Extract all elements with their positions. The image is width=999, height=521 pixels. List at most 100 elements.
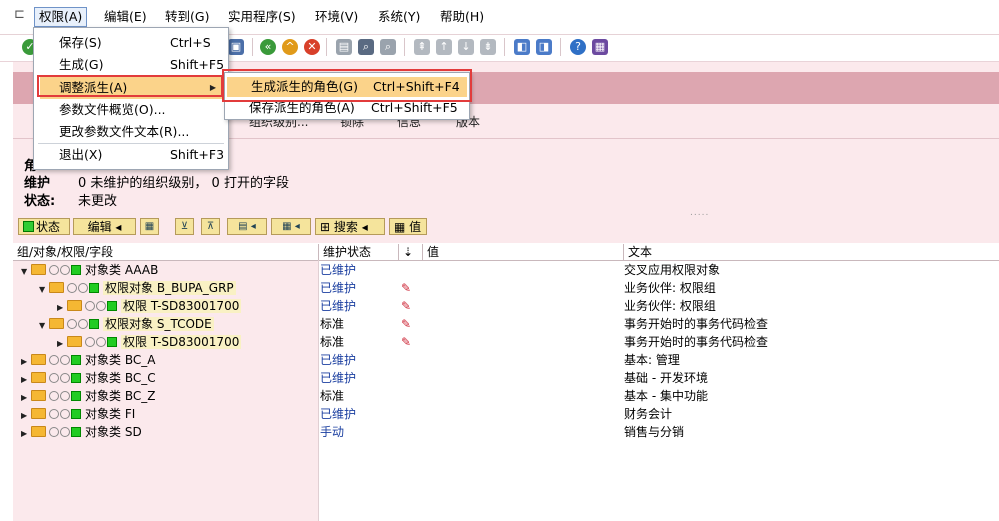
node-label: 对象类 FI bbox=[85, 407, 136, 421]
row-text: 基本: 管理 bbox=[624, 353, 680, 367]
menu-item-profile-overview[interactable]: 参数文件概览(O)... bbox=[34, 99, 228, 121]
maintain-label: 维护 bbox=[24, 176, 51, 191]
folder-icon bbox=[31, 372, 46, 383]
status-lights-icon bbox=[49, 406, 81, 424]
menu-edit[interactable]: 编辑(E) bbox=[100, 8, 151, 26]
layout-menu-icon[interactable]: ▦ bbox=[592, 39, 608, 55]
edit-pencil-icon[interactable]: ✎ bbox=[401, 297, 411, 315]
status-square-icon bbox=[23, 221, 34, 232]
help-icon[interactable]: ? bbox=[570, 39, 586, 55]
find-next-icon[interactable]: ⌕ bbox=[380, 39, 396, 55]
status-lights-icon bbox=[49, 388, 81, 406]
expand-all-icon[interactable]: ⊻ bbox=[175, 218, 194, 235]
menu-item-exit[interactable]: 退出(X) Shift+F3 bbox=[34, 144, 228, 166]
table-row[interactable]: ▶ 对象类 BC_A 已维护 基本: 管理 bbox=[13, 351, 999, 369]
next-page-icon[interactable]: ↓ bbox=[458, 39, 474, 55]
previous-page-icon[interactable]: ↑ bbox=[436, 39, 452, 55]
back-icon[interactable]: « bbox=[260, 39, 276, 55]
find-icon[interactable]: ⌕ bbox=[358, 39, 374, 55]
header-status[interactable]: 维护状态 bbox=[318, 244, 398, 260]
maintain-info: 维护 0 未维护的组织级别， 0 打开的字段 bbox=[24, 172, 289, 191]
tree-node[interactable]: ▶ 对象类 BC_A bbox=[13, 351, 318, 369]
app-menu-icon[interactable]: ⊏ bbox=[14, 8, 28, 22]
table-row[interactable]: ▶ 对象类 BC_Z 标准 基本 - 集中功能 bbox=[13, 387, 999, 405]
search-button[interactable]: ⊞ 搜索 ◂ bbox=[315, 218, 385, 235]
print-icon[interactable]: ▤ bbox=[336, 39, 352, 55]
maintenance-status: 已维护 bbox=[320, 371, 357, 385]
tree-node[interactable]: ▶ 权限 T-SD83001700 bbox=[13, 333, 318, 351]
folder-icon bbox=[49, 282, 64, 293]
expand-arrow-icon[interactable]: ▶ bbox=[21, 425, 31, 443]
row-text: 基本 - 集中功能 bbox=[624, 389, 708, 403]
header-tree[interactable]: 组/对象/权限/字段 bbox=[13, 244, 318, 260]
menu-item-change-profile-text[interactable]: 更改参数文件文本(R)... bbox=[34, 121, 228, 143]
tree-node[interactable]: ▼ 权限对象 S_TCODE bbox=[13, 315, 318, 333]
tree-node[interactable]: ▶ 对象类 BC_Z bbox=[13, 387, 318, 405]
tree-header: 组/对象/权限/字段 维护状态 ⇣ 值 文本 bbox=[13, 243, 999, 261]
status-lights-icon bbox=[85, 298, 117, 316]
menu-help[interactable]: 帮助(H) bbox=[436, 8, 488, 26]
value-button[interactable]: ▦ 值 bbox=[389, 218, 427, 235]
table-row[interactable]: ▼ 权限对象 B_BUPA_GRP 已维护 ✎ 业务伙伴: 权限组 bbox=[13, 279, 999, 297]
new-session-icon[interactable]: ◧ bbox=[514, 39, 530, 55]
table-row[interactable]: ▼ 对象类 AAAB 已维护 交叉应用权限对象 bbox=[13, 261, 999, 279]
org-levels-icon[interactable]: ▦ bbox=[140, 218, 159, 235]
node-label: 对象类 SD bbox=[85, 425, 142, 439]
header-value[interactable]: 值 bbox=[422, 244, 623, 260]
menu-item-save[interactable]: 保存(S) Ctrl+S bbox=[34, 32, 228, 54]
tree-node[interactable]: ▶ 权限 T-SD83001700 bbox=[13, 297, 318, 315]
menu-utilities[interactable]: 实用程序(S) bbox=[224, 8, 300, 26]
last-page-icon[interactable]: ⇟ bbox=[480, 39, 496, 55]
edit-pencil-icon[interactable]: ✎ bbox=[401, 315, 411, 333]
table-row[interactable]: ▶ 权限 T-SD83001700 已维护 ✎ 业务伙伴: 权限组 bbox=[13, 297, 999, 315]
collapse-all-icon[interactable]: ⊼ bbox=[201, 218, 220, 235]
row-text: 业务伙伴: 权限组 bbox=[624, 299, 716, 313]
menu-item-generate[interactable]: 生成(G) Shift+F5 bbox=[34, 54, 228, 76]
folder-icon bbox=[67, 336, 82, 347]
node-label: 权限对象 S_TCODE bbox=[103, 317, 214, 331]
save-icon[interactable]: ▣ bbox=[228, 39, 244, 55]
status-lights-icon bbox=[85, 334, 117, 352]
edit-pencil-icon[interactable]: ✎ bbox=[401, 279, 411, 297]
node-label: 对象类 AAAB bbox=[85, 263, 159, 277]
folder-icon bbox=[31, 264, 46, 275]
edit-pencil-icon[interactable]: ✎ bbox=[401, 333, 411, 351]
table-row[interactable]: ▶ 对象类 BC_C 已维护 基础 - 开发环境 bbox=[13, 369, 999, 387]
highlight-box-adjust bbox=[37, 75, 223, 97]
print-menu-icon[interactable]: ▤ ◂ bbox=[227, 218, 267, 235]
edit-button[interactable]: 编辑 ◂ bbox=[73, 218, 136, 235]
menu-goto[interactable]: 转到(G) bbox=[161, 8, 213, 26]
folder-icon bbox=[31, 390, 46, 401]
table-row[interactable]: ▶ 对象类 SD 手动 销售与分销 bbox=[13, 423, 999, 441]
exit-icon[interactable]: ^ bbox=[282, 39, 298, 55]
layout-menu-icon[interactable]: ▦ ◂ bbox=[271, 218, 311, 235]
node-label: 对象类 BC_C bbox=[85, 371, 156, 385]
header-text[interactable]: 文本 bbox=[623, 244, 923, 260]
status-button[interactable]: 状态 bbox=[18, 218, 70, 235]
shortcut-icon[interactable]: ◨ bbox=[536, 39, 552, 55]
header-edit[interactable]: ⇣ bbox=[398, 244, 422, 260]
maintenance-status: 标准 bbox=[320, 335, 345, 349]
row-text: 交叉应用权限对象 bbox=[624, 263, 721, 277]
row-text: 事务开始时的事务代码检查 bbox=[624, 317, 769, 331]
folder-icon bbox=[67, 300, 82, 311]
folder-icon bbox=[31, 354, 46, 365]
tree-node[interactable]: ▼ 对象类 AAAB bbox=[13, 261, 318, 279]
table-row[interactable]: ▶ 权限 T-SD83001700 标准 ✎ 事务开始时的事务代码检查 bbox=[13, 333, 999, 351]
table-row[interactable]: ▶ 对象类 FI 已维护 财务会计 bbox=[13, 405, 999, 423]
menu-environment[interactable]: 环境(V) bbox=[311, 8, 362, 26]
folder-icon bbox=[31, 408, 46, 419]
folder-icon bbox=[49, 318, 64, 329]
cancel-icon[interactable]: ✕ bbox=[304, 39, 320, 55]
tree-node[interactable]: ▶ 对象类 FI bbox=[13, 405, 318, 423]
first-page-icon[interactable]: ⇞ bbox=[414, 39, 430, 55]
tree-node[interactable]: ▶ 对象类 SD bbox=[13, 423, 318, 441]
maintenance-status: 标准 bbox=[320, 317, 345, 331]
menu-system[interactable]: 系统(Y) bbox=[374, 8, 424, 26]
menu-authorization[interactable]: 权限(A) bbox=[34, 7, 88, 27]
status-lights-icon bbox=[49, 370, 81, 388]
status-lights-icon bbox=[67, 316, 99, 334]
tree-node[interactable]: ▶ 对象类 BC_C bbox=[13, 369, 318, 387]
table-row[interactable]: ▼ 权限对象 S_TCODE 标准 ✎ 事务开始时的事务代码检查 bbox=[13, 315, 999, 333]
tree-node[interactable]: ▼ 权限对象 B_BUPA_GRP bbox=[13, 279, 318, 297]
